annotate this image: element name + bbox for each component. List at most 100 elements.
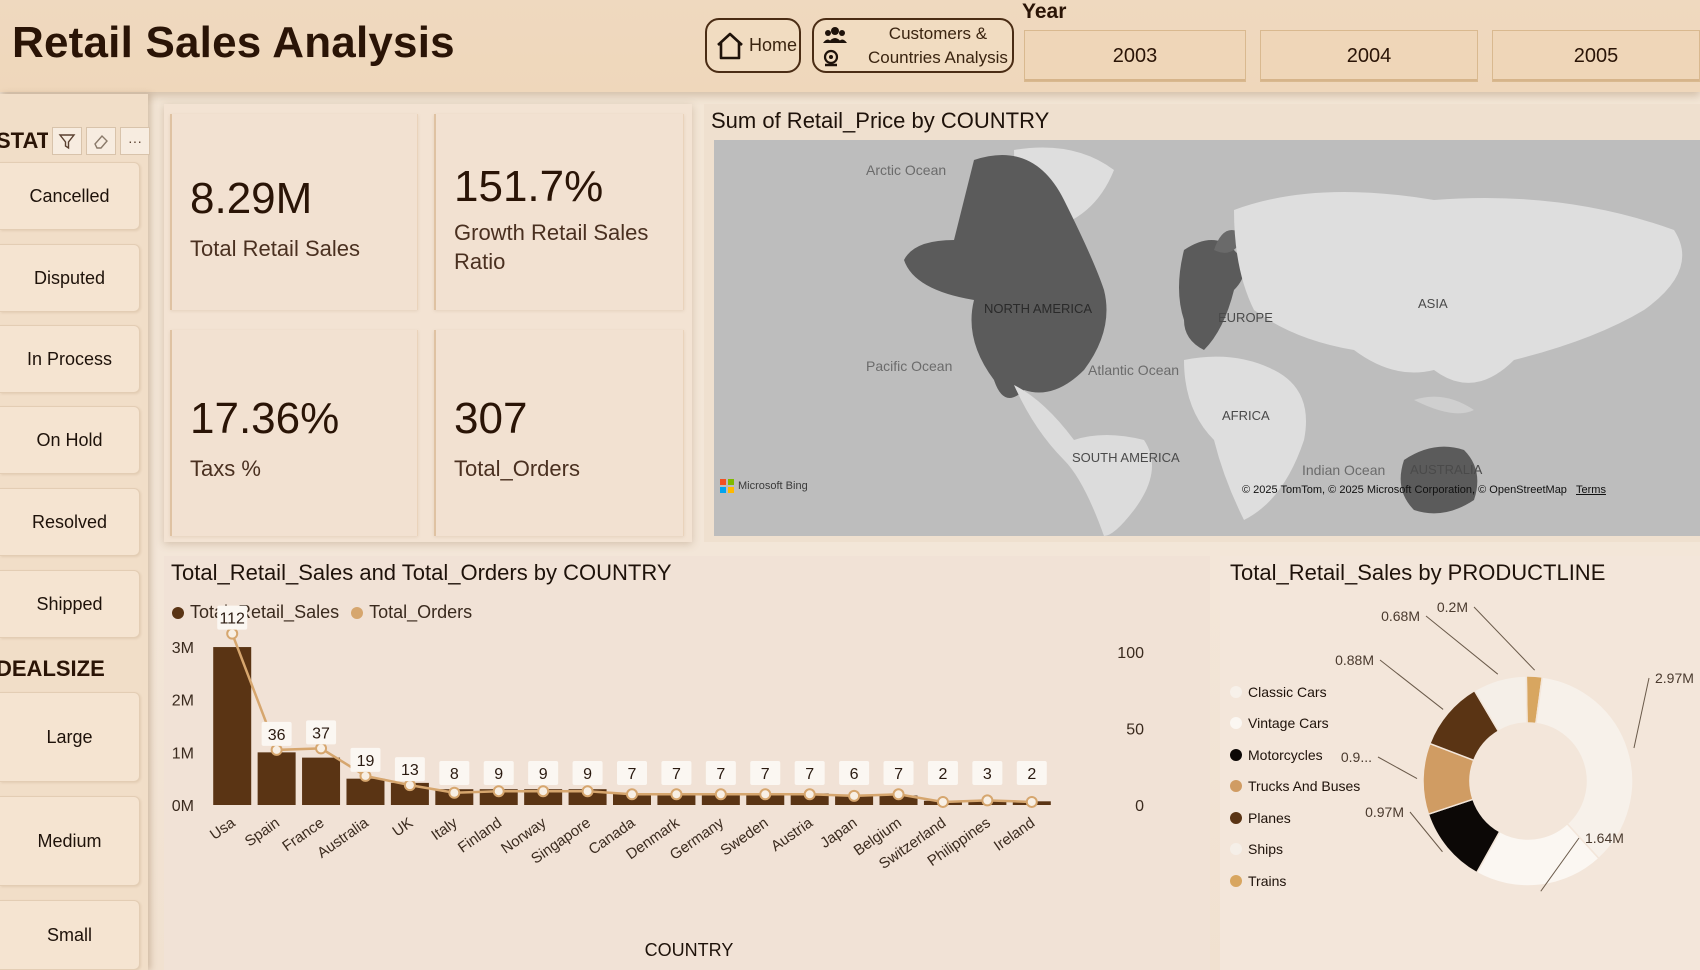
- year-tile-2004[interactable]: 2004: [1260, 30, 1478, 82]
- map-label-atlantic: Atlantic Ocean: [1088, 362, 1180, 378]
- leader-line: [1425, 615, 1499, 675]
- orders-point: [848, 789, 861, 802]
- world-map[interactable]: Arctic Ocean NORTH AMERICA EUROPE ASIA P…: [714, 140, 1700, 536]
- orders-point: [359, 769, 372, 782]
- map-panel: Sum of Retail_Price by COUNTRY Arctic Oc…: [704, 104, 1700, 542]
- country-combo-chart-panel: Total_Retail_Sales and Total_Orders by C…: [164, 556, 1210, 970]
- combo-chart[interactable]: 0M1M2M3M050100Usa SpainFranceAustralia UK I…: [164, 556, 1210, 970]
- orders-point: [448, 786, 461, 799]
- x-tick-label: Usa: [207, 814, 239, 844]
- year-tile-2005[interactable]: 2005: [1492, 30, 1700, 82]
- attribution-text[interactable]: © 2025 TomTom, © 2025 Microsoft Corporat…: [1242, 484, 1567, 496]
- orders-point: [492, 785, 505, 798]
- map-label-asia: ASIA: [1418, 296, 1448, 311]
- kpi-value: 307: [454, 394, 528, 443]
- slice-label: 1.64M: [1585, 830, 1624, 846]
- status-resolved[interactable]: Resolved: [0, 488, 140, 556]
- kpi-value: 8.29M: [190, 174, 313, 223]
- status-shipped[interactable]: Shipped: [0, 570, 140, 638]
- map-label-south-america: SOUTH AMERICA: [1072, 450, 1180, 465]
- page-title: Retail Sales Analysis: [12, 18, 455, 67]
- orders-point: [714, 788, 727, 801]
- orders-point: [403, 779, 416, 792]
- terms-link[interactable]: Terms: [1576, 484, 1606, 496]
- eraser-icon[interactable]: [86, 127, 116, 155]
- orders-point: [626, 788, 638, 801]
- map-label-pacific: Pacific Ocean: [866, 358, 953, 374]
- more-options-icon[interactable]: ···: [120, 127, 150, 155]
- data-label: 7: [761, 766, 770, 783]
- data-label: 37: [312, 725, 330, 742]
- data-label: 7: [894, 766, 903, 783]
- filter-icon[interactable]: [52, 127, 82, 155]
- bar-spain: [257, 752, 296, 805]
- kpi-value: 17.36%: [190, 394, 340, 443]
- x-tick-label: Austria: [768, 814, 817, 855]
- kpi-card-taxs: 17.36% Taxs %: [170, 330, 418, 536]
- orders-point: [759, 788, 772, 801]
- x-tick-label: Spain: [242, 814, 283, 850]
- dealsize-large[interactable]: Large: [0, 692, 140, 782]
- dealsize-medium[interactable]: Medium: [0, 796, 140, 886]
- data-label: 36: [268, 727, 286, 744]
- kpi-label-line-1: Growth Retail Sales: [454, 220, 649, 245]
- orders-point: [226, 627, 239, 640]
- leader-line: [1473, 606, 1536, 671]
- data-label: 7: [716, 766, 725, 783]
- y-right-tick: 50: [1126, 722, 1144, 739]
- status-slicer-title: STATUS: [0, 128, 48, 153]
- bing-logo: Microsoft Bing: [720, 479, 808, 493]
- orders-point: [270, 743, 283, 756]
- status-cancelled[interactable]: Cancelled: [0, 162, 140, 230]
- data-label: 7: [672, 766, 681, 783]
- orders-point: [1025, 795, 1038, 808]
- year-tile-2003[interactable]: 2003: [1024, 30, 1246, 82]
- data-label: 2: [938, 766, 947, 783]
- y-left-tick: 0M: [172, 798, 194, 815]
- home-icon: [717, 32, 743, 59]
- x-tick-label: Sweden: [717, 814, 771, 859]
- slicer-toolbar: ···: [52, 127, 150, 155]
- orders-point: [803, 788, 816, 801]
- dealsize-small[interactable]: Small: [0, 900, 140, 970]
- bar-france: [302, 757, 341, 805]
- map-attribution: © 2025 TomTom, © 2025 Microsoft Corporat…: [1242, 484, 1606, 496]
- kpi-panel: 8.29M Total Retail Sales 151.7% Growth R…: [164, 104, 692, 542]
- status-on-hold[interactable]: On Hold: [0, 406, 140, 474]
- customers-button-label-2: Countries Analysis: [868, 47, 1008, 67]
- map-label-north-america: NORTH AMERICA: [984, 301, 1093, 316]
- data-label: 9: [494, 766, 503, 783]
- map-title: Sum of Retail_Price by COUNTRY: [711, 108, 1050, 133]
- y-left-tick: 1M: [172, 745, 194, 762]
- data-label: 9: [583, 766, 592, 783]
- donut-slices: 0.2M 2.97M 1.64M 0.97M 0.9... 0.88M 0.68M: [1335, 599, 1694, 892]
- data-label: 9: [539, 766, 548, 783]
- orders-point: [936, 795, 949, 808]
- customers-countries-button[interactable]: Customers & Countries Analysis: [812, 18, 1014, 73]
- x-tick-label: UK: [389, 814, 416, 840]
- status-in-process[interactable]: In Process: [0, 325, 140, 393]
- orders-point: [670, 788, 683, 801]
- orders-point: [581, 785, 594, 798]
- donut-chart[interactable]: 0.2M 2.97M 1.64M 0.97M 0.9... 0.88M 0.68M: [1220, 556, 1700, 970]
- bing-label: Microsoft Bing: [738, 480, 808, 492]
- combo-plot: 0M1M2M3M050100Usa SpainFranceAustralia UK I…: [172, 605, 1144, 960]
- kpi-label: Taxs %: [190, 456, 261, 481]
- kpi-label-line-2: Ratio: [454, 249, 506, 274]
- map-label-europe: EUROPE: [1218, 310, 1273, 325]
- orders-point: [892, 788, 905, 801]
- y-left-tick: 3M: [172, 640, 194, 657]
- map-label-arctic: Arctic Ocean: [866, 162, 947, 178]
- productline-donut-panel: Total_Retail_Sales by PRODUCTLINE Classi…: [1220, 556, 1700, 970]
- x-axis-title: COUNTRY: [645, 940, 734, 960]
- y-right-tick: 100: [1117, 645, 1144, 662]
- status-disputed[interactable]: Disputed: [0, 244, 140, 312]
- data-label: 19: [357, 753, 375, 770]
- dealsize-slicer-title: DEALSIZE: [0, 656, 105, 681]
- map-label-indian: Indian Ocean: [1302, 462, 1386, 478]
- kpi-label: Total_Orders: [454, 456, 580, 481]
- slice-label: 0.68M: [1381, 608, 1420, 624]
- data-label: 2: [1027, 766, 1036, 783]
- kpi-card-growth-ratio: 151.7% Growth Retail Sales Ratio: [434, 114, 684, 310]
- home-button[interactable]: Home: [705, 18, 801, 73]
